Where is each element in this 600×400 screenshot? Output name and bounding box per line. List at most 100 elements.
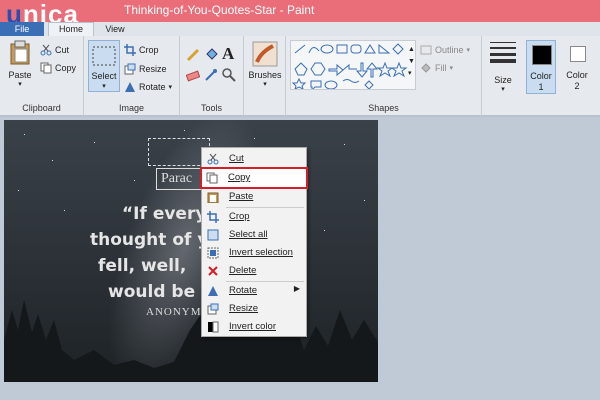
quote-line-1: “If every: [122, 204, 207, 224]
resize-button[interactable]: Resize: [124, 63, 167, 75]
crop-icon: [124, 44, 136, 56]
shapes-gallery[interactable]: [290, 40, 416, 92]
menu-item-rotate[interactable]: Rotate ▶: [202, 282, 306, 300]
menu-item-crop[interactable]: Crop: [202, 208, 306, 226]
copy-icon: [206, 172, 218, 184]
brushes-button[interactable]: Brushes ▾: [248, 40, 282, 88]
outline-icon: [420, 45, 432, 55]
chevron-down-icon: ▾: [263, 81, 267, 88]
quote-line-2: thought of y: [90, 230, 209, 250]
chevron-down-icon: ▾: [102, 83, 106, 90]
select-label: Select: [91, 71, 117, 81]
submenu-arrow-icon: ▶: [293, 284, 300, 293]
line-size-icon: [490, 42, 516, 63]
tools-group-label: Tools: [200, 103, 222, 113]
color-1-swatch: [532, 45, 552, 65]
shapes-group: ▲ ▼ ▾ Outline ▾ Fill ▾ Shapes: [286, 36, 482, 116]
menu-item-invert-selection[interactable]: Invert selection: [202, 244, 306, 262]
menu-item-label: Crop: [229, 211, 250, 222]
tools-group: A Tools: [180, 36, 244, 116]
menu-item-label: Cut: [229, 153, 244, 164]
size-button[interactable]: Size ▾: [488, 40, 518, 93]
chevron-down-icon: ▾: [168, 84, 173, 91]
ribbon-tabs: File Home View: [0, 22, 600, 36]
resize-icon: [124, 63, 136, 75]
copy-icon: [40, 62, 52, 74]
color-2-label: Color: [566, 70, 588, 80]
invert-selection-icon: [207, 247, 219, 259]
image-group-label: Image: [118, 103, 144, 113]
window-title: Thinking-of-You-Quotes-Star - Paint: [124, 3, 315, 17]
scissors-icon: [207, 153, 219, 165]
select-rectangle-icon: [92, 46, 116, 66]
clipboard-group: Paste ▾ Cut Copy Clipboard: [0, 36, 84, 116]
menu-item-invert-color[interactable]: Invert color: [202, 318, 306, 336]
color-1-number: 1: [538, 82, 544, 92]
vertical-scrollbar[interactable]: [592, 117, 600, 400]
menu-item-delete[interactable]: Delete: [202, 262, 306, 280]
image-group: Select ▾ Crop Resize Rotate ▾ Image: [84, 36, 180, 116]
eraser-icon[interactable]: [186, 70, 200, 82]
outline-button[interactable]: Outline ▾: [420, 44, 470, 56]
title-bar: unica Thinking-of-You-Quotes-Star - Pain…: [0, 0, 600, 28]
tab-view[interactable]: View: [98, 22, 132, 36]
menu-item-resize[interactable]: Resize: [202, 300, 306, 318]
highlighted-copy-label: Copy: [228, 172, 251, 183]
resize-icon: [207, 303, 219, 315]
brushes-group: Brushes ▾: [244, 36, 286, 116]
color-1-label: Color: [530, 71, 552, 81]
menu-item-select-all[interactable]: Select all: [202, 226, 306, 244]
color-2-number: 2: [574, 81, 580, 91]
select-all-icon: [207, 229, 219, 241]
color-picker-icon[interactable]: [204, 68, 218, 82]
copy-highlight-box: Copy: [200, 167, 308, 189]
chevron-down-icon: ▾: [466, 47, 471, 54]
color-1-button[interactable]: Color 1: [526, 40, 556, 94]
chevron-down-icon: ▾: [449, 65, 454, 72]
chevron-down-icon: ▾: [501, 86, 505, 93]
delete-icon: [208, 266, 218, 276]
cut-label: Cut: [55, 45, 70, 55]
paste-label: Paste: [8, 70, 32, 80]
menu-item-label: Select all: [229, 229, 268, 240]
fill-label: Fill: [435, 63, 447, 73]
clipboard-group-label: Clipboard: [22, 103, 61, 113]
menu-item-paste[interactable]: Paste: [202, 188, 306, 206]
shapes-scroll-icon[interactable]: ▲ ▼ ▾: [408, 44, 415, 80]
ribbon: Paste ▾ Cut Copy Clipboard Select ▾ Crop…: [0, 36, 600, 116]
paste-button[interactable]: Paste ▾: [6, 40, 34, 88]
fill-bucket-icon[interactable]: [204, 48, 218, 62]
tab-file[interactable]: File: [0, 22, 44, 36]
scissors-icon: [40, 44, 52, 56]
rotate-icon: [125, 82, 135, 92]
color-2-swatch: [570, 46, 586, 62]
resize-label: Resize: [139, 64, 167, 74]
copy-button[interactable]: Copy: [40, 62, 76, 74]
cut-button[interactable]: Cut: [40, 44, 69, 56]
menu-item-label: Delete: [229, 265, 257, 276]
pencil-icon[interactable]: [186, 48, 200, 62]
brushes-label: Brushes: [248, 70, 282, 80]
image-canvas[interactable]: Parac “If every thought of y fell, well,…: [4, 120, 378, 382]
fill-icon: [421, 63, 431, 73]
crop-button[interactable]: Crop: [124, 44, 159, 56]
tab-home[interactable]: Home: [48, 22, 94, 36]
fill-button[interactable]: Fill ▾: [420, 62, 453, 74]
brush-icon: [252, 41, 278, 67]
magnifier-icon[interactable]: [222, 68, 236, 82]
crop-label: Crop: [139, 45, 159, 55]
rotate-button[interactable]: Rotate ▾: [124, 81, 172, 93]
paste-icon: [10, 40, 30, 65]
crop-icon: [207, 211, 219, 223]
menu-item-label: Rotate: [229, 285, 257, 296]
menu-item-label: Paste: [229, 191, 254, 202]
menu-item-cut[interactable]: Cut: [202, 150, 306, 168]
copy-label: Copy: [55, 63, 77, 73]
select-button[interactable]: Select ▾: [88, 40, 120, 92]
color-2-button[interactable]: Color 2: [562, 40, 592, 94]
rotate-icon: [208, 286, 218, 296]
shapes-gallery-icon: [291, 43, 408, 92]
menu-item-label: Invert color: [229, 321, 276, 332]
shapes-group-label: Shapes: [368, 103, 399, 113]
text-tool-icon[interactable]: A: [222, 44, 234, 64]
